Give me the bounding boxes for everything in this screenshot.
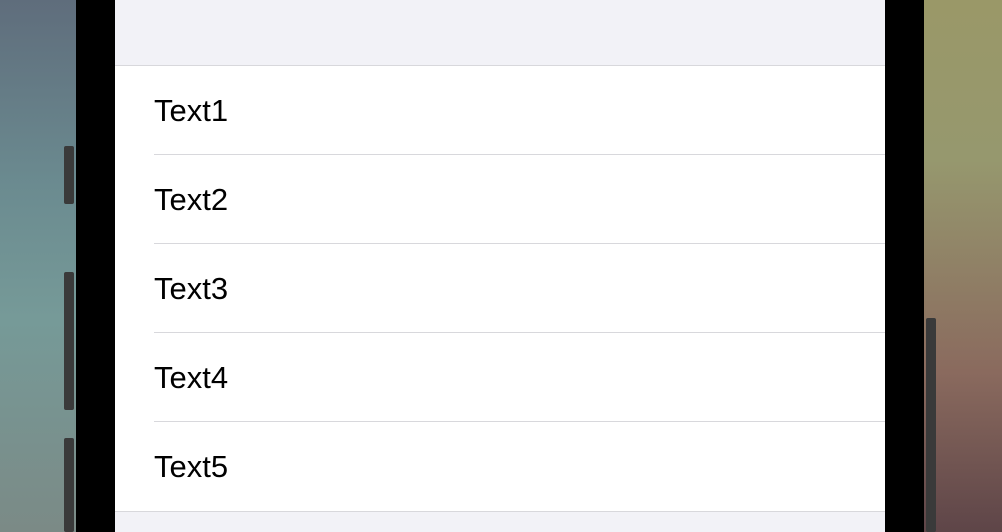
list-item[interactable]: Text1 bbox=[115, 66, 885, 155]
volume-down-button[interactable] bbox=[64, 438, 74, 532]
simulator-stage: Text1 Text2 Text3 Text4 Text5 bbox=[0, 0, 1002, 532]
list-item-label: Text5 bbox=[154, 448, 229, 484]
list-item-label: Text3 bbox=[154, 270, 229, 306]
list-item[interactable]: Text2 bbox=[115, 155, 885, 244]
device-screen: Text1 Text2 Text3 Text4 Text5 bbox=[115, 0, 885, 532]
list-item-label: Text4 bbox=[154, 359, 229, 395]
list-item[interactable]: Text5 bbox=[115, 422, 885, 511]
list-item[interactable]: Text3 bbox=[115, 244, 885, 333]
grouped-header-area bbox=[115, 0, 885, 65]
text-list: Text1 Text2 Text3 Text4 Text5 bbox=[115, 65, 885, 512]
action-button[interactable] bbox=[64, 146, 74, 204]
volume-up-button[interactable] bbox=[64, 272, 74, 410]
list-item[interactable]: Text4 bbox=[115, 333, 885, 422]
power-button[interactable] bbox=[926, 318, 936, 532]
list-item-label: Text1 bbox=[154, 92, 229, 128]
list-item-label: Text2 bbox=[154, 181, 229, 217]
